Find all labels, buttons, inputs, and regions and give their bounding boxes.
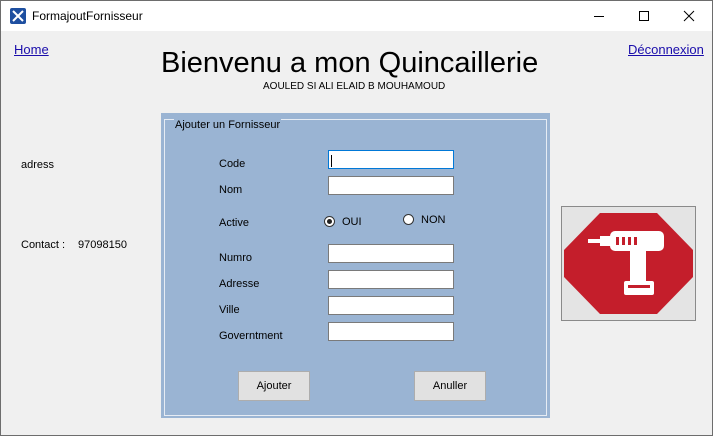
government-label: Governtment (219, 330, 283, 342)
adresse-label: Adresse (219, 278, 260, 290)
app-icon (10, 8, 26, 24)
text-caret (331, 155, 332, 167)
minimize-button[interactable] (576, 1, 622, 31)
radio-selected-dot (327, 219, 332, 224)
page-subtitle: AOULED SI ALI ELAID B MOUHAMOUD (263, 81, 446, 92)
nom-label: Nom (219, 184, 243, 196)
nom-field[interactable] (328, 176, 454, 195)
contact-value: 97098150 (78, 239, 127, 251)
drill-stop-icon (564, 213, 693, 314)
active-label: Active (219, 217, 249, 229)
minimize-icon (594, 16, 604, 17)
drill-logo-picture (561, 206, 696, 321)
radio-non-label[interactable]: NON (421, 214, 445, 226)
page-title: Bienvenu a mon Quincaillerie (161, 47, 539, 79)
home-link[interactable]: Home (14, 42, 49, 57)
adress-label: adress (21, 159, 55, 171)
app-window: FormajoutFornisseur Home Déconnexion Bie… (0, 0, 713, 436)
window-title: FormajoutFornisseur (32, 9, 143, 23)
ajouter-button[interactable]: Ajouter (238, 371, 310, 401)
contact-label: Contact : (21, 239, 66, 251)
numro-label: Numro (219, 252, 253, 264)
ville-label: Ville (219, 304, 240, 316)
code-label: Code (219, 158, 246, 170)
maximize-button[interactable] (621, 1, 667, 31)
annuler-button[interactable]: Anuller (414, 371, 486, 401)
adresse-field[interactable] (328, 270, 454, 289)
numro-field[interactable] (328, 244, 454, 263)
radio-oui[interactable] (324, 216, 335, 227)
radio-oui-label[interactable]: OUI (342, 216, 362, 228)
maximize-icon (639, 11, 649, 21)
government-field[interactable] (328, 322, 454, 341)
ville-field[interactable] (328, 296, 454, 315)
close-icon (683, 10, 695, 22)
radio-non[interactable] (403, 214, 414, 225)
logout-link[interactable]: Déconnexion (628, 42, 704, 57)
supplier-groupbox: Ajouter un Fornisseur Code Nom Active OU… (164, 119, 547, 416)
form-panel: Ajouter un Fornisseur Code Nom Active OU… (161, 113, 550, 418)
groupbox-legend: Ajouter un Fornisseur (174, 119, 282, 132)
title-bar[interactable]: FormajoutFornisseur (1, 1, 712, 31)
close-button[interactable] (666, 1, 712, 31)
code-field[interactable] (328, 150, 454, 169)
